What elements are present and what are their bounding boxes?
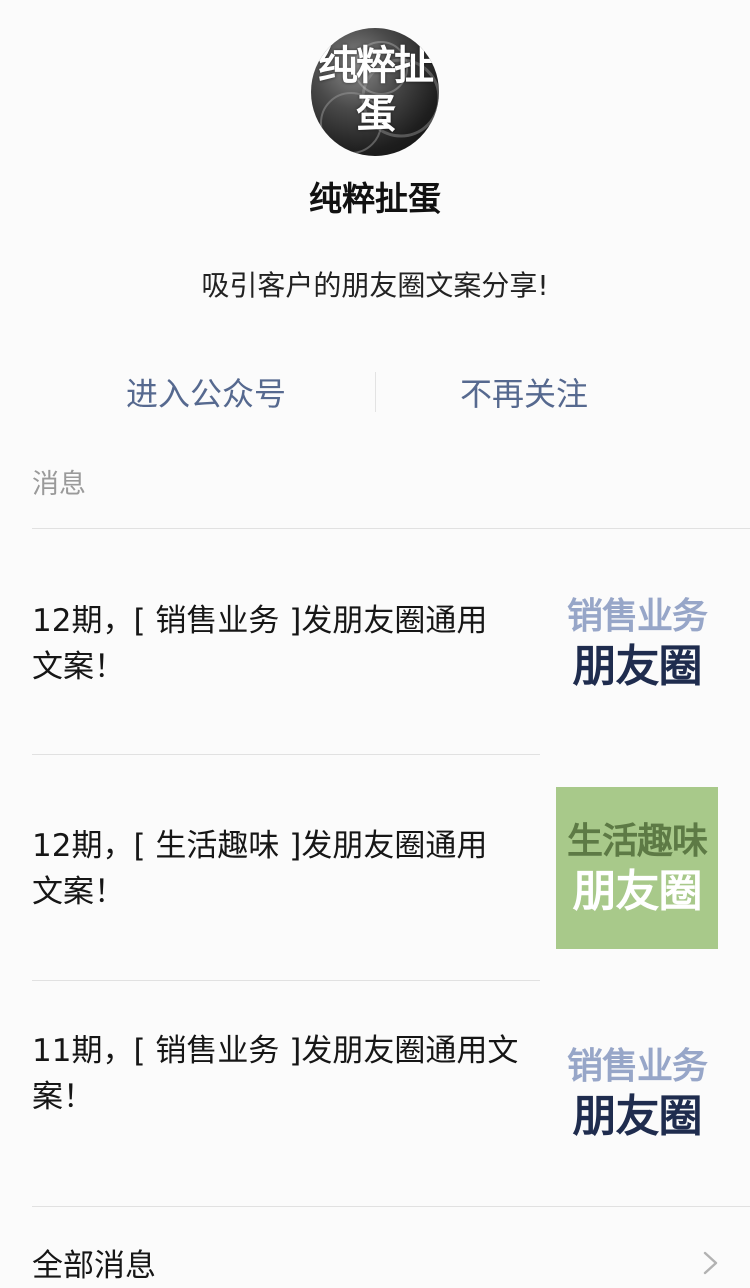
list-divider bbox=[32, 754, 540, 755]
avatar-text: 纯粹扯蛋 bbox=[318, 43, 434, 137]
message-thumbnail[interactable]: 生活趣味 朋友圈 bbox=[556, 787, 718, 949]
list-divider bbox=[32, 1206, 750, 1207]
message-title[interactable]: 11期，[ 销售业务 ]发朋友圈通用文案！ bbox=[32, 1028, 522, 1120]
unfollow-button[interactable]: 不再关注 bbox=[374, 370, 674, 418]
chevron-right-icon[interactable] bbox=[700, 1250, 722, 1276]
thumbnail-line1: 销售业务 bbox=[566, 1046, 708, 1087]
section-label-messages: 消息 bbox=[32, 469, 86, 500]
message-thumbnail[interactable]: 销售业务 朋友圈 bbox=[556, 1012, 718, 1174]
account-avatar: 纯粹扯蛋 bbox=[311, 28, 439, 156]
all-messages-label[interactable]: 全部消息 bbox=[32, 1240, 156, 1285]
account-header: 纯粹扯蛋 纯粹扯蛋 吸引客户的朋友圈文案分享! 进入公众号 不再关注 bbox=[0, 0, 750, 440]
message-title[interactable]: 12期，[ 销售业务 ]发朋友圈通用文案！ bbox=[32, 598, 502, 690]
account-name: 纯粹扯蛋 bbox=[309, 179, 441, 218]
thumbnail-line2: 朋友圈 bbox=[572, 1091, 703, 1142]
enter-account-button[interactable]: 进入公众号 bbox=[56, 370, 356, 418]
section-divider bbox=[32, 528, 750, 529]
thumbnail-line2: 朋友圈 bbox=[572, 641, 703, 692]
thumbnail-line1: 销售业务 bbox=[566, 596, 708, 637]
message-thumbnail[interactable]: 销售业务 朋友圈 bbox=[556, 562, 718, 724]
list-divider bbox=[32, 980, 540, 981]
thumbnail-line2: 朋友圈 bbox=[572, 866, 703, 917]
message-title[interactable]: 12期，[ 生活趣味 ]发朋友圈通用文案！ bbox=[32, 823, 502, 915]
thumbnail-line1: 生活趣味 bbox=[566, 821, 708, 862]
account-description: 吸引客户的朋友圈文案分享! bbox=[201, 269, 549, 302]
